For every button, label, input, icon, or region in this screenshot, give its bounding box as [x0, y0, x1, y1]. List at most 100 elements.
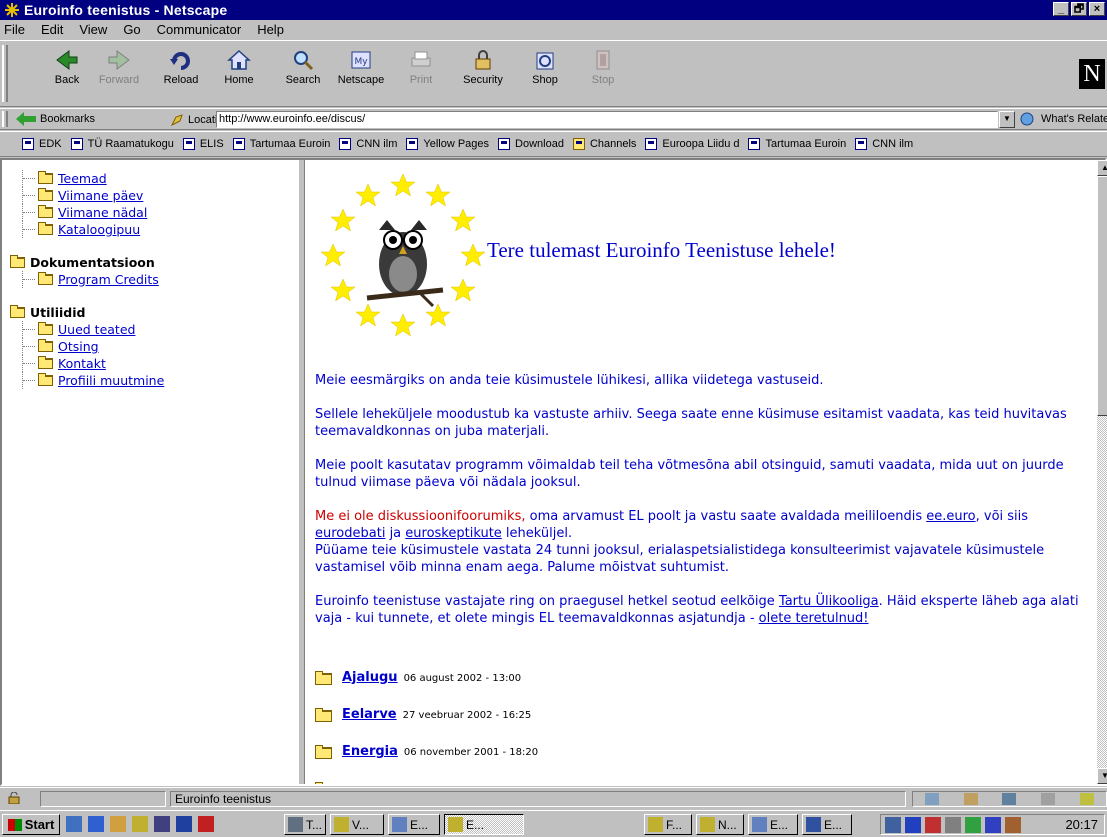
- vertical-scrollbar[interactable]: ▲ ▼: [1097, 160, 1107, 784]
- netscape-button[interactable]: My Netscape: [334, 47, 388, 86]
- topic-link[interactable]: Eelarve: [342, 706, 397, 723]
- maximize-button[interactable]: 🗗: [1071, 2, 1087, 16]
- title-bar[interactable]: Euroinfo teenistus - Netscape _ 🗗 ×: [0, 0, 1107, 20]
- tray-icon[interactable]: [985, 816, 1001, 833]
- taskbar-button[interactable]: T...: [284, 814, 326, 835]
- taskbar-button-active[interactable]: E...: [444, 814, 524, 835]
- home-button[interactable]: Home: [212, 47, 266, 86]
- link-euroskeptikute[interactable]: euroskeptikute: [405, 526, 502, 541]
- menu-help[interactable]: Help: [257, 22, 284, 37]
- link-profiili-muutmine[interactable]: Profiili muutmine: [58, 372, 164, 389]
- bookmark-euroopa-liidu[interactable]: Euroopa Liidu d: [645, 138, 739, 150]
- tree-branch: [22, 187, 38, 204]
- link-tartu-ulikool[interactable]: Tartu Ülikooliga: [779, 594, 879, 609]
- menu-view[interactable]: View: [79, 22, 107, 37]
- taskbar-button[interactable]: E...: [388, 814, 440, 835]
- link-kataloogipuu[interactable]: Kataloogipuu: [58, 221, 140, 238]
- mail-icon[interactable]: [963, 793, 978, 805]
- bookmark-cnn-ilm-2[interactable]: CNN ilm: [855, 138, 913, 150]
- stop-button[interactable]: Stop: [576, 47, 630, 86]
- volume-icon[interactable]: [945, 816, 961, 833]
- back-button[interactable]: Back: [40, 47, 94, 86]
- navigator-icon[interactable]: [925, 793, 940, 805]
- print-button[interactable]: Print: [394, 47, 448, 86]
- bookmark-cnn-ilm[interactable]: CNN ilm: [339, 138, 397, 150]
- link-teemad[interactable]: Teemad: [58, 170, 107, 187]
- menu-bar: File Edit View Go Communicator Help: [0, 20, 1107, 39]
- bookmark-yellow-pages[interactable]: Yellow Pages: [406, 138, 489, 150]
- task-label: T...: [306, 817, 323, 832]
- link-program-credits[interactable]: Program Credits: [58, 271, 159, 288]
- netscape-logo[interactable]: N: [1079, 59, 1105, 89]
- menu-edit[interactable]: Edit: [41, 22, 63, 37]
- task-label: E...: [770, 817, 789, 832]
- netscape-label: Netscape: [337, 74, 385, 86]
- netscape-quick-icon[interactable]: [132, 816, 148, 832]
- text-span: leheküljel.: [501, 526, 573, 541]
- menu-communicator[interactable]: Communicator: [157, 22, 242, 37]
- desktop-icon[interactable]: [66, 816, 82, 832]
- ie-icon[interactable]: [88, 816, 104, 832]
- bookmark-tartumaa-euroin-2[interactable]: Tartumaa Euroin: [748, 138, 846, 150]
- url-input[interactable]: http://www.euroinfo.ee/discus/: [216, 111, 998, 128]
- composer-icon[interactable]: [1079, 793, 1094, 805]
- page-proxy-icon[interactable]: [170, 113, 184, 127]
- outlook-icon[interactable]: [110, 816, 126, 832]
- link-eurodebati[interactable]: eurodebati: [315, 526, 385, 541]
- taskbar-button[interactable]: F...: [644, 814, 692, 835]
- taskbar-button[interactable]: E...: [802, 814, 852, 835]
- reload-button[interactable]: Reload: [154, 47, 208, 86]
- bookmark-elis[interactable]: ELIS: [182, 138, 224, 150]
- search-button[interactable]: Search: [276, 47, 330, 86]
- bookmark-download[interactable]: Download: [498, 138, 564, 150]
- forward-button[interactable]: Forward: [92, 47, 146, 86]
- close-button[interactable]: ×: [1089, 2, 1105, 16]
- minimize-button[interactable]: _: [1053, 2, 1069, 16]
- link-uued-teated[interactable]: Uued teated: [58, 321, 135, 338]
- status-message: Euroinfo teenistus: [170, 791, 906, 807]
- scroll-thumb[interactable]: [1097, 176, 1107, 416]
- scroll-up-button[interactable]: ▲: [1097, 160, 1107, 176]
- link-otsing[interactable]: Otsing: [58, 338, 99, 355]
- link-ee-euro[interactable]: ee.euro: [926, 509, 975, 524]
- whats-related-button[interactable]: What's Related: [1020, 112, 1107, 126]
- toolbar-grip[interactable]: [2, 111, 8, 127]
- menu-file[interactable]: File: [4, 22, 25, 37]
- security-lock-icon[interactable]: [8, 792, 22, 804]
- bookmark-channels[interactable]: Channels: [572, 138, 636, 150]
- link-viimane-paev[interactable]: Viimane päev: [58, 187, 143, 204]
- arrow-icon[interactable]: [198, 816, 214, 832]
- channels-icon[interactable]: [154, 816, 170, 832]
- toolbar-grip[interactable]: [2, 45, 8, 102]
- bookmark-edk[interactable]: EDK: [22, 138, 62, 150]
- url-dropdown-button[interactable]: ▼: [999, 111, 1015, 128]
- language-icon[interactable]: [905, 816, 921, 833]
- cursor-icon[interactable]: [176, 816, 192, 832]
- start-button[interactable]: Start: [2, 814, 60, 835]
- topic-link[interactable]: Ajalugu: [342, 669, 398, 686]
- taskbar-button[interactable]: E...: [748, 814, 798, 835]
- bookmarks-button[interactable]: Bookmarks: [16, 112, 95, 126]
- link-kontakt[interactable]: Kontakt: [58, 355, 106, 372]
- bookmark-tu-raamatukogu[interactable]: TÜ Raamatukogu: [70, 138, 174, 150]
- link-viimane-nadal[interactable]: Viimane nädal: [58, 204, 147, 221]
- taskbar-button[interactable]: N...: [696, 814, 744, 835]
- frame-divider[interactable]: [298, 160, 305, 784]
- taskbar-button[interactable]: V...: [330, 814, 384, 835]
- address-book-icon[interactable]: [1041, 793, 1056, 805]
- bookmark-tartumaa-euroin[interactable]: Tartumaa Euroin: [232, 138, 330, 150]
- tray-icon[interactable]: [885, 816, 901, 833]
- tray-icon[interactable]: [925, 816, 941, 833]
- newsgroups-icon[interactable]: [1002, 793, 1017, 805]
- clock[interactable]: 20:17: [1065, 817, 1098, 832]
- tray-icon[interactable]: [965, 816, 981, 833]
- topic-link[interactable]: Energia: [342, 743, 398, 760]
- link-olete-teretulnud[interactable]: olete teretulnud!: [759, 611, 869, 626]
- menu-go[interactable]: Go: [123, 22, 140, 37]
- security-button[interactable]: Security: [456, 47, 510, 86]
- back-arrow-icon: [56, 50, 78, 70]
- shop-button[interactable]: Shop: [518, 47, 572, 86]
- scroll-down-button[interactable]: ▼: [1097, 768, 1107, 784]
- search-icon: [294, 51, 314, 71]
- tray-icon[interactable]: [1005, 816, 1021, 833]
